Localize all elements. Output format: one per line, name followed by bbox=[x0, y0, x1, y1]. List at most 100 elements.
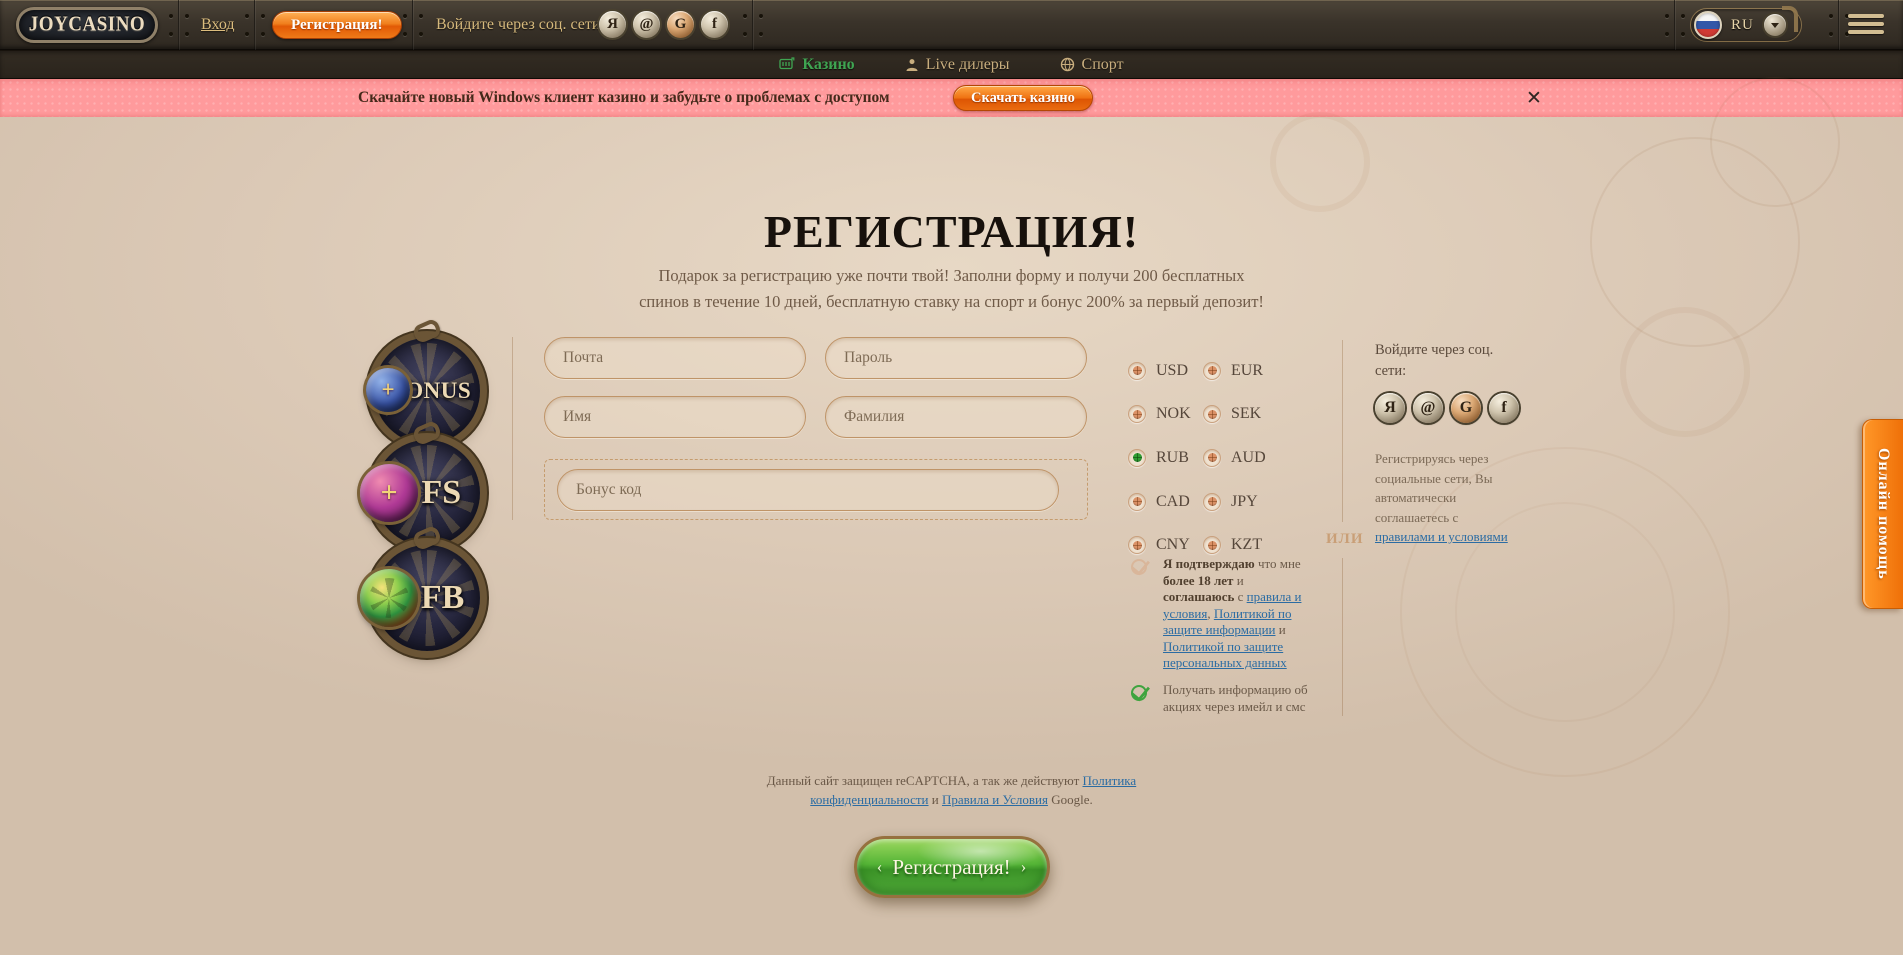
currency-code: AUD bbox=[1231, 449, 1266, 467]
close-icon[interactable]: ✕ bbox=[1522, 86, 1546, 110]
first-name-field[interactable] bbox=[544, 396, 806, 438]
divider bbox=[1828, 0, 1850, 50]
currency-eur[interactable]: EUR bbox=[1203, 349, 1278, 393]
google-terms-link[interactable]: Правила и Условия bbox=[942, 792, 1048, 807]
register-button[interactable]: Регистрация! bbox=[272, 11, 402, 39]
russia-flag-icon bbox=[1694, 11, 1722, 39]
form-left-divider bbox=[512, 337, 513, 520]
currency-code: SEK bbox=[1231, 405, 1261, 423]
currency-rub[interactable]: RUB bbox=[1128, 436, 1203, 480]
arrow-left-icon: ‹ bbox=[877, 857, 883, 877]
radio-icon[interactable] bbox=[1203, 536, 1221, 554]
mailru-icon[interactable]: @ bbox=[633, 11, 660, 38]
confirm-bold: Я подтверждаю bbox=[1163, 556, 1255, 571]
radio-selected-icon[interactable] bbox=[1128, 449, 1146, 467]
promo-checkbox[interactable]: Получать информацию об акциях через имей… bbox=[1128, 682, 1317, 715]
age-terms-text: Я подтверждаю что мне более 18 лет и сог… bbox=[1163, 556, 1317, 672]
personal-data-policy-link[interactable]: Политикой по защите персональных данных bbox=[1163, 639, 1287, 671]
badge-freebet[interactable]: FB bbox=[374, 545, 480, 651]
or-divider-bottom bbox=[1342, 558, 1343, 716]
currency-cad[interactable]: CAD bbox=[1128, 480, 1203, 524]
age-bold: более 18 лет bbox=[1163, 573, 1233, 588]
tab-live-dealers[interactable]: Live дилеры bbox=[905, 56, 1010, 74]
currency-sek[interactable]: SEK bbox=[1203, 393, 1278, 437]
or-label: ИЛИ bbox=[1326, 531, 1364, 548]
mailru-icon[interactable]: @ bbox=[1413, 393, 1443, 423]
download-banner: Скачайте новый Windows клиент казино и з… bbox=[0, 79, 1903, 117]
currency-code: JPY bbox=[1231, 493, 1258, 511]
page-title: РЕГИСТРАЦИЯ! bbox=[0, 205, 1903, 258]
side-terms-link[interactable]: правилами и условиями bbox=[1375, 529, 1508, 544]
menu-icon[interactable] bbox=[1848, 14, 1884, 38]
logo[interactable]: JOYCASINO bbox=[16, 7, 158, 43]
tab-sport[interactable]: Спорт bbox=[1060, 56, 1124, 74]
radio-icon[interactable] bbox=[1203, 493, 1221, 511]
subtitle-line: спинов в течение 10 дней, бесплатную ста… bbox=[0, 289, 1903, 315]
page: JOYCASINO Вход Регистрация! Войдите чере… bbox=[0, 0, 1903, 955]
email-field[interactable] bbox=[544, 337, 806, 379]
divider bbox=[168, 0, 190, 50]
banner-message: Скачайте новый Windows клиент казино и з… bbox=[358, 79, 890, 117]
facebook-icon[interactable]: f bbox=[701, 11, 728, 38]
bonus-code-field[interactable] bbox=[557, 469, 1059, 511]
radio-icon[interactable] bbox=[1128, 362, 1146, 380]
or-divider-top bbox=[1342, 340, 1343, 522]
currency-usd[interactable]: USD bbox=[1128, 349, 1203, 393]
agree-bold: соглашаюсь bbox=[1163, 589, 1234, 604]
currency-code: RUB bbox=[1156, 449, 1189, 467]
recaptcha-note: Данный сайт защищен reCAPTCHA, а так же … bbox=[760, 772, 1144, 810]
password-field[interactable] bbox=[825, 337, 1087, 379]
promo-text: Получать информацию об акциях через имей… bbox=[1163, 682, 1317, 715]
currency-code: NOK bbox=[1156, 405, 1191, 423]
language-code: RU bbox=[1731, 17, 1754, 34]
login-link[interactable]: Вход bbox=[201, 16, 235, 34]
arrow-right-icon: › bbox=[1021, 857, 1027, 877]
currency-nok[interactable]: NOK bbox=[1128, 393, 1203, 437]
tab-label: Live дилеры bbox=[926, 56, 1010, 74]
currency-code: USD bbox=[1156, 362, 1188, 380]
yandex-icon[interactable]: Я bbox=[599, 11, 626, 38]
download-casino-button[interactable]: Скачать казино bbox=[953, 85, 1093, 111]
age-terms-checkbox[interactable]: Я подтверждаю что мне более 18 лет и сог… bbox=[1128, 556, 1317, 672]
badge-fb-orb bbox=[360, 569, 418, 627]
google-icon[interactable]: G bbox=[1451, 393, 1481, 423]
currency-jpy[interactable]: JPY bbox=[1203, 480, 1278, 524]
currency-options: USD EUR NOK SEK RUB AUD CAD JPY bbox=[1128, 349, 1278, 567]
side-social-note: Регистрируясь через социальные сети, Вы … bbox=[1375, 449, 1517, 547]
divider bbox=[742, 0, 764, 50]
radio-icon[interactable] bbox=[1128, 493, 1146, 511]
badge-bonus-orb: + bbox=[366, 368, 410, 412]
divider bbox=[244, 0, 266, 50]
radio-icon[interactable] bbox=[1203, 405, 1221, 423]
submit-label: Регистрация! bbox=[892, 855, 1010, 880]
currency-code: CAD bbox=[1156, 493, 1190, 511]
tab-label: Казино bbox=[802, 56, 854, 74]
topbar-social-buttons: Я @ G f bbox=[599, 11, 728, 38]
currency-code: EUR bbox=[1231, 362, 1263, 380]
watermark-stain bbox=[1620, 307, 1750, 437]
slots-icon bbox=[779, 57, 795, 72]
submit-registration-button[interactable]: ‹ Регистрация! › bbox=[854, 836, 1050, 898]
logo-text: JOYCASINO bbox=[29, 13, 145, 38]
divider bbox=[402, 0, 424, 50]
social-login-prompt: Войдите через соц. сети: bbox=[436, 16, 605, 34]
checkmark-icon[interactable] bbox=[1128, 556, 1150, 578]
tab-casino[interactable]: Казино bbox=[779, 56, 854, 74]
page-subtitle: Подарок за регистрацию уже почти твой! З… bbox=[0, 263, 1903, 314]
last-name-field[interactable] bbox=[825, 396, 1087, 438]
radio-icon[interactable] bbox=[1203, 449, 1221, 467]
currency-code: CNY bbox=[1156, 536, 1190, 554]
radio-icon[interactable] bbox=[1203, 362, 1221, 380]
radio-icon[interactable] bbox=[1128, 536, 1146, 554]
watermark-circle bbox=[1710, 77, 1840, 207]
checkmark-green-icon[interactable] bbox=[1128, 682, 1150, 704]
yandex-icon[interactable]: Я bbox=[1375, 393, 1405, 423]
radio-icon[interactable] bbox=[1128, 405, 1146, 423]
divider bbox=[1664, 0, 1686, 50]
nav-bar: Казино Live дилеры Спорт bbox=[0, 50, 1903, 79]
facebook-icon[interactable]: f bbox=[1489, 393, 1519, 423]
online-help-tab[interactable]: Онлайн помощь bbox=[1862, 419, 1903, 609]
google-icon[interactable]: G bbox=[667, 11, 694, 38]
side-social-title: Войдите через соц. сети: bbox=[1375, 340, 1510, 382]
currency-aud[interactable]: AUD bbox=[1203, 436, 1278, 480]
